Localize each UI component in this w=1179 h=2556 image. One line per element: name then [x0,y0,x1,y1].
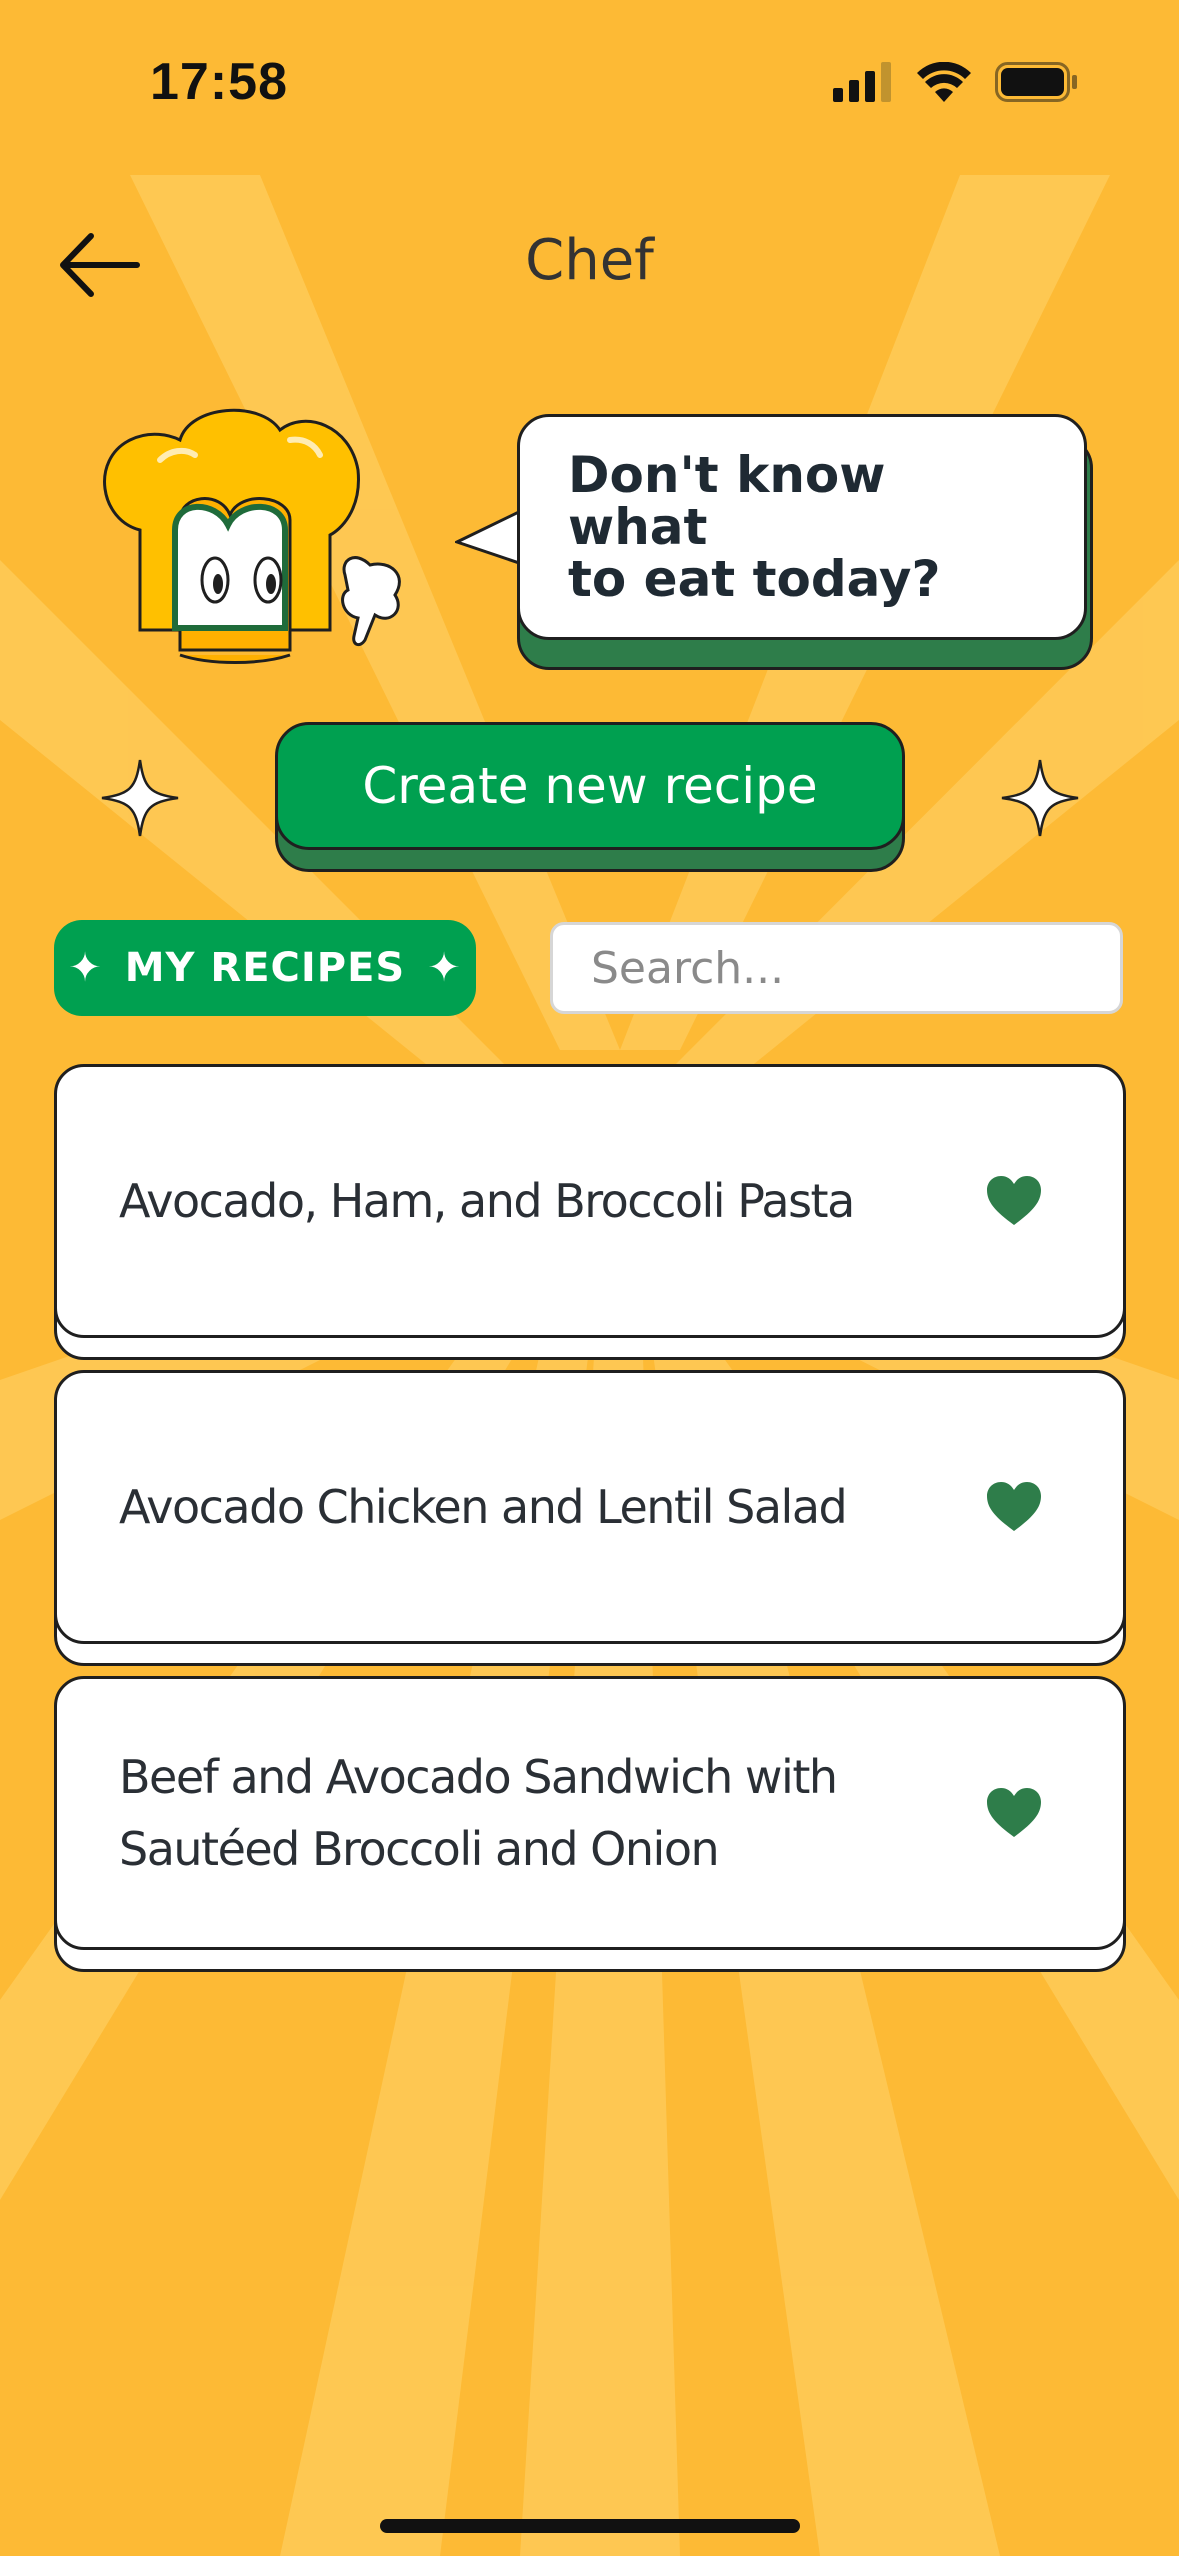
wifi-icon [917,62,971,102]
header: Chef [0,210,1179,310]
sparkle-icon [1001,759,1079,837]
speech-bubble-text: Don't know what to eat today? [568,446,941,608]
recipe-title: Beef and Avocado Sandwich with Sautéed B… [119,1750,838,1876]
recipe-title: Avocado, Ham, and Broccoli Pasta [119,1174,855,1228]
speech-bubble: Don't know what to eat today? [455,412,1095,672]
recipe-card[interactable]: Avocado, Ham, and Broccoli Pasta [54,1064,1126,1360]
star-icon: ✦ [427,945,462,991]
heart-icon[interactable] [985,1787,1043,1839]
recipe-card[interactable]: Beef and Avocado Sandwich with Sautéed B… [54,1676,1126,1972]
star-icon: ✦ [68,945,103,991]
create-recipe-button-wrapper: Create new recipe [275,722,905,872]
page-title: Chef [525,228,654,293]
status-icons [833,62,1079,102]
speech-bubble-body: Don't know what to eat today? [517,414,1087,640]
heart-icon[interactable] [985,1481,1043,1533]
status-time: 17:58 [150,53,288,111]
create-recipe-button[interactable]: Create new recipe [275,722,905,850]
sparkle-icon [101,759,179,837]
recipe-title: Avocado Chicken and Lentil Salad [119,1480,848,1534]
heart-icon[interactable] [985,1175,1043,1227]
home-indicator [380,2519,800,2533]
chef-mascot-illustration [103,408,401,664]
search-box[interactable] [550,922,1141,1014]
recipe-card-body: Beef and Avocado Sandwich with Sautéed B… [54,1676,1126,1950]
speech-bubble-tail [455,507,525,567]
recipe-card-body: Avocado Chicken and Lentil Salad [54,1370,1126,1644]
battery-icon [995,62,1077,102]
recipe-card-body: Avocado, Ham, and Broccoli Pasta [54,1064,1126,1338]
recipe-card[interactable]: Avocado Chicken and Lentil Salad [54,1370,1126,1666]
cellular-signal-icon [833,62,891,102]
status-bar: 17:58 [0,0,1179,170]
my-recipes-text: MY RECIPES [124,945,406,991]
search-input[interactable] [589,941,1141,995]
recipe-list: Avocado, Ham, and Broccoli Pasta Avocado… [54,1064,1126,1982]
my-recipes-label: ✦ MY RECIPES ✦ [54,920,476,1016]
